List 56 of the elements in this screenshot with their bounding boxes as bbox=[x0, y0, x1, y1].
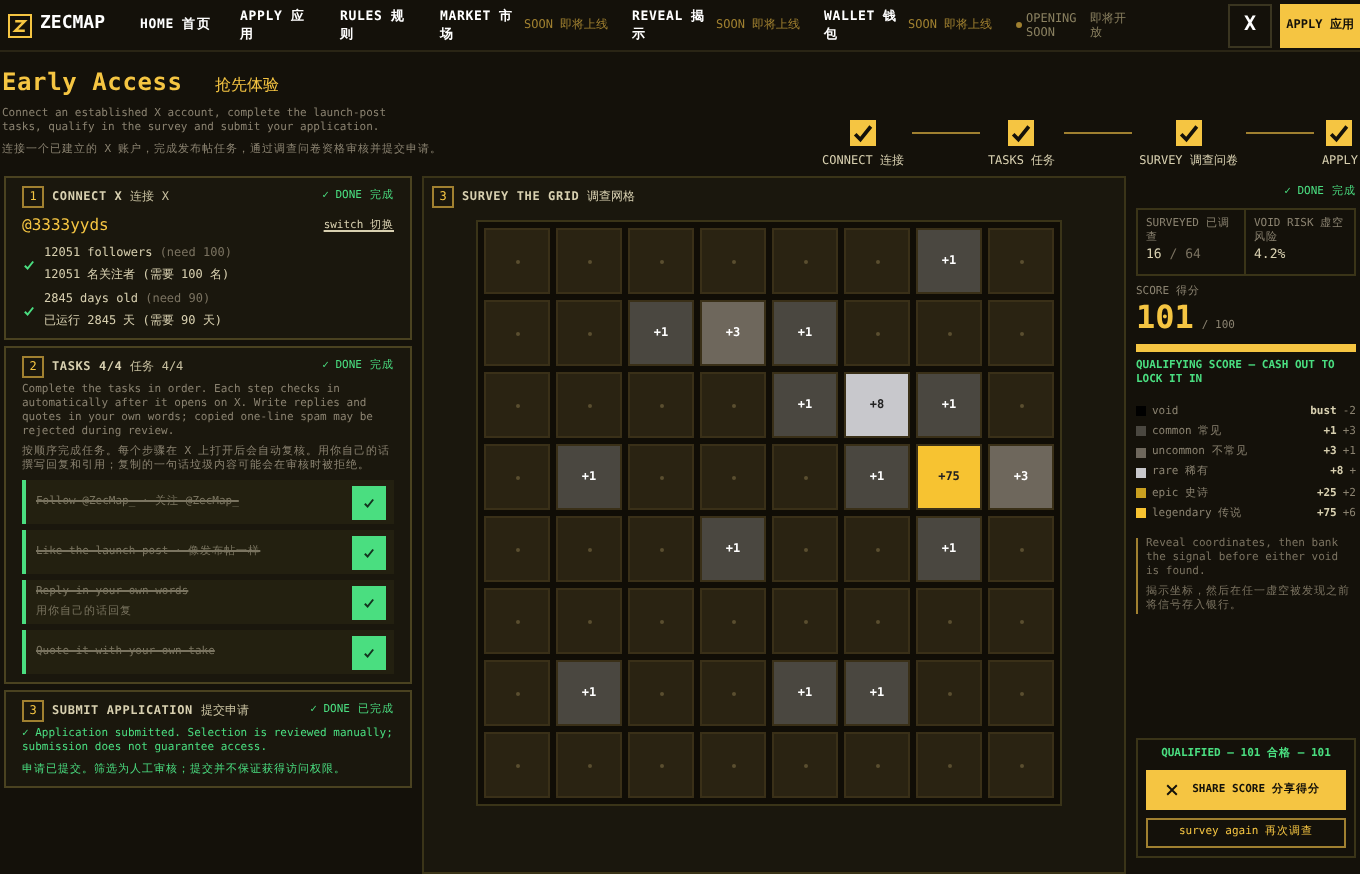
hidden-tile[interactable] bbox=[772, 588, 838, 654]
hidden-tile[interactable] bbox=[988, 660, 1054, 726]
hidden-tile[interactable] bbox=[628, 444, 694, 510]
hidden-tile[interactable] bbox=[700, 732, 766, 798]
hidden-tile[interactable] bbox=[772, 444, 838, 510]
hidden-tile[interactable] bbox=[916, 732, 982, 798]
hidden-tile[interactable] bbox=[772, 516, 838, 582]
hidden-tile[interactable] bbox=[484, 300, 550, 366]
hidden-tile[interactable] bbox=[556, 732, 622, 798]
hidden-tile[interactable] bbox=[484, 588, 550, 654]
hidden-tile[interactable] bbox=[988, 516, 1054, 582]
x-button[interactable]: X bbox=[1228, 3, 1272, 47]
hidden-tile[interactable] bbox=[628, 732, 694, 798]
hidden-tile[interactable] bbox=[556, 372, 622, 438]
hidden-tile[interactable] bbox=[988, 228, 1054, 294]
hidden-tile[interactable] bbox=[988, 732, 1054, 798]
hidden-tile[interactable] bbox=[700, 660, 766, 726]
hidden-tile[interactable] bbox=[484, 372, 550, 438]
hidden-tile[interactable] bbox=[484, 516, 550, 582]
logo-icon bbox=[8, 13, 32, 37]
hidden-tile[interactable] bbox=[844, 516, 910, 582]
hidden-tile[interactable] bbox=[700, 228, 766, 294]
hidden-tile[interactable] bbox=[772, 732, 838, 798]
account-handle: @3333yyds bbox=[22, 214, 109, 238]
hidden-tile[interactable] bbox=[484, 444, 550, 510]
hidden-tile[interactable] bbox=[988, 300, 1054, 366]
logo-text: ZECMAP bbox=[40, 11, 106, 38]
hidden-tile[interactable] bbox=[484, 228, 550, 294]
hidden-tile[interactable] bbox=[916, 588, 982, 654]
hidden-tile[interactable] bbox=[844, 588, 910, 654]
hidden-tile[interactable] bbox=[988, 588, 1054, 654]
hidden-tile[interactable] bbox=[844, 228, 910, 294]
hidden-tile[interactable] bbox=[772, 228, 838, 294]
hidden-tile[interactable] bbox=[628, 372, 694, 438]
page-title-zh: 抢先体验 bbox=[214, 74, 279, 98]
hidden-tile[interactable] bbox=[700, 588, 766, 654]
hidden-tile[interactable] bbox=[844, 300, 910, 366]
hidden-tile[interactable] bbox=[556, 228, 622, 294]
hidden-tile[interactable] bbox=[844, 732, 910, 798]
hidden-tile[interactable] bbox=[628, 228, 694, 294]
hidden-tile[interactable] bbox=[556, 516, 622, 582]
hidden-tile[interactable] bbox=[628, 516, 694, 582]
hidden-tile[interactable] bbox=[916, 300, 982, 366]
x-logo-icon bbox=[1166, 784, 1178, 796]
page-title: Early Access bbox=[2, 66, 183, 100]
hidden-tile[interactable] bbox=[628, 588, 694, 654]
hidden-tile[interactable] bbox=[484, 660, 550, 726]
hidden-tile[interactable] bbox=[628, 660, 694, 726]
hidden-tile[interactable] bbox=[916, 660, 982, 726]
hidden-tile[interactable] bbox=[700, 444, 766, 510]
hidden-tile[interactable] bbox=[556, 588, 622, 654]
score-value: 101 bbox=[1136, 302, 1194, 335]
hidden-tile[interactable] bbox=[556, 300, 622, 366]
hidden-tile[interactable] bbox=[988, 372, 1054, 438]
hidden-tile[interactable] bbox=[484, 732, 550, 798]
hidden-tile[interactable] bbox=[700, 372, 766, 438]
